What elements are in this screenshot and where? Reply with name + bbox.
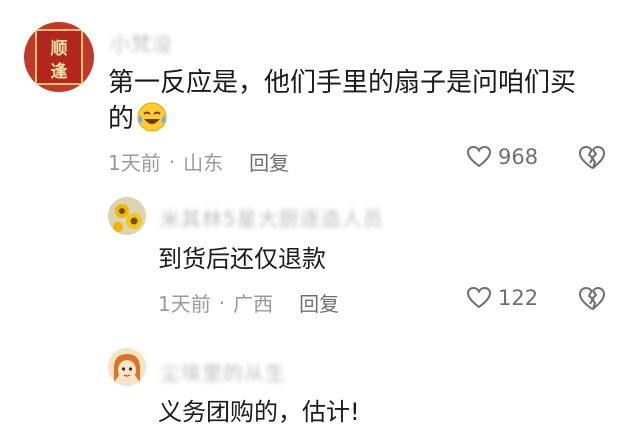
- avatar[interactable]: 顺 逢: [24, 22, 94, 92]
- avatar[interactable]: [108, 197, 146, 235]
- separator: ·: [168, 149, 176, 174]
- comment-text: 义务团购的，估计!: [158, 398, 360, 426]
- avatar-image: [108, 197, 146, 235]
- dislike-button[interactable]: [578, 145, 606, 175]
- like-button[interactable]: 968: [466, 145, 538, 169]
- username[interactable]: 米其林5星大厨逐造人员: [160, 203, 384, 232]
- avatar-image: [108, 348, 146, 386]
- location: 山东: [183, 151, 224, 175]
- broken-heart-icon: [579, 146, 605, 169]
- heart-icon: [466, 286, 492, 309]
- like-count: 968: [498, 145, 539, 169]
- separator: ·: [218, 290, 226, 315]
- comment-meta: 1天前 · 广西 回复: [158, 288, 339, 317]
- timestamp: 1天前: [108, 151, 161, 175]
- svg-text:逢: 逢: [51, 61, 68, 82]
- heart-icon: [466, 145, 492, 168]
- reply-button[interactable]: 回复: [299, 288, 339, 317]
- dislike-button[interactable]: [578, 286, 606, 316]
- like-button[interactable]: 122: [466, 286, 538, 310]
- like-count: 122: [498, 286, 539, 310]
- broken-heart-icon: [579, 287, 605, 310]
- avatar[interactable]: [108, 348, 146, 386]
- laughing-crying-emoji-icon: [136, 101, 168, 145]
- timestamp: 1天前: [158, 292, 211, 316]
- username[interactable]: 尘埃里的从生: [160, 357, 286, 386]
- comment-meta: 1天前 · 山东 回复: [108, 147, 289, 176]
- avatar-image: 顺 逢: [35, 29, 83, 85]
- comment-text-line1: 第一反应是，他们手里的扇子是问咱们买: [108, 68, 577, 98]
- location: 广西: [233, 292, 274, 316]
- reply-button[interactable]: 回复: [249, 147, 289, 176]
- svg-text:顺: 顺: [51, 39, 68, 59]
- comment-text: 到货后还仅退款: [158, 245, 326, 273]
- comment-text-line2: 的: [108, 104, 135, 134]
- username[interactable]: 小梵没: [110, 28, 173, 57]
- comment-text-line2-wrap: 的: [108, 99, 168, 145]
